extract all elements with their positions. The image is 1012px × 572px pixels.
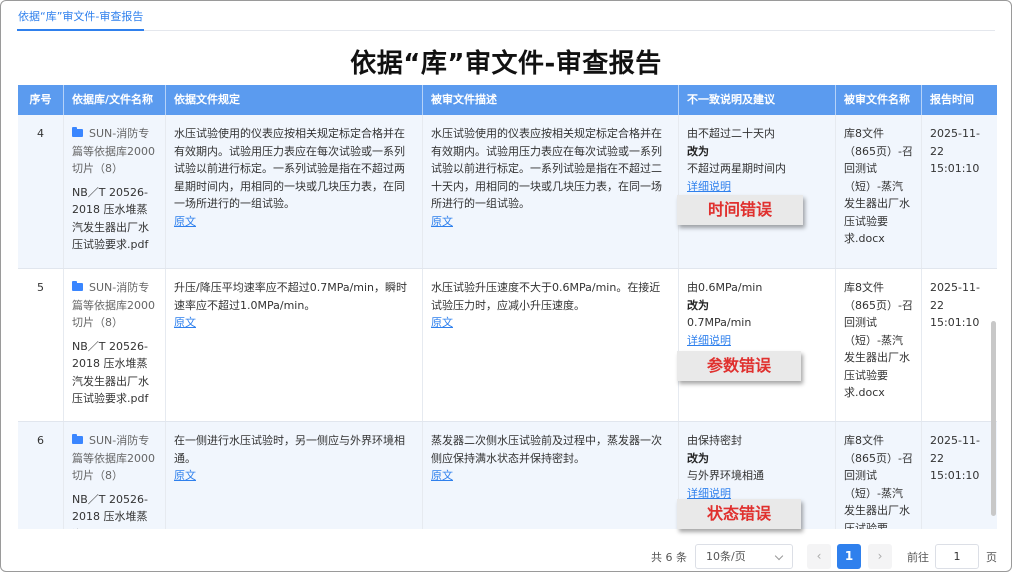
from-text: 由不超过二十天内 <box>687 127 775 140</box>
report-time: 2025-11-22 15:01:10 <box>930 127 980 175</box>
reviewed-desc-text: 水压试验使用的仪表应按相关规定标定合格并在有效期内。试验用压力表应在每次试验或一… <box>431 127 662 210</box>
reviewed-desc-text: 蒸发器二次侧水压试验前及过程中，蒸发器一次侧应保持满水状态并保持密封。 <box>431 434 662 465</box>
error-tag-parameter: 参数错误 <box>677 351 801 381</box>
reviewed-desc-cell: 蒸发器二次侧水压试验前及过程中，蒸发器一次侧应保持满水状态并保持密封。 原文 <box>423 422 679 529</box>
row-index: 4 <box>18 115 64 268</box>
next-page-button[interactable]: › <box>868 544 892 569</box>
library-name: SUN-消防专篇等依据库2000切片（8） <box>72 432 157 485</box>
basis-rule-text: 升压/降压平均速率应不超过0.7MPa/min，瞬时速率应不超过1.0MPa/m… <box>174 281 408 312</box>
basis-rule-cell: 在一侧进行水压试验时，另一侧应与外界环境相通。 原文 <box>166 422 423 529</box>
prev-page-button[interactable]: ‹ <box>807 544 831 569</box>
from-text: 由0.6MPa/min <box>687 281 763 294</box>
folder-icon <box>72 281 83 291</box>
change-label: 改为 <box>687 298 709 312</box>
basis-file-name: NB／T 20526-2018 压水堆蒸汽 <box>72 492 148 530</box>
column-header-library: 依据库/文件名称 <box>64 85 166 115</box>
column-header-reviewed-file: 被审文件名称 <box>836 85 922 115</box>
library-name: SUN-消防专篇等依据库2000切片（8） <box>72 279 157 332</box>
reviewed-desc-cell: 水压试验升压速度不大于0.6MPa/min。在接近试验压力时，应减小升压速度。 … <box>423 269 679 421</box>
from-text: 由保持密封 <box>687 434 742 447</box>
library-label: SUN-消防专篇等依据库2000切片（8） <box>72 434 155 482</box>
to-text: 不超过两星期时间内 <box>687 162 786 175</box>
basis-rule-cell: 水压试验使用的仪表应按相关规定标定合格并在有效期内。试验用压力表应在每次试验或一… <box>166 115 423 268</box>
reviewed-file-name: 库8文件（865页）-召回测试（短）-蒸汽发生器出厂水压试验要 <box>836 422 922 529</box>
change-label: 改为 <box>687 144 709 158</box>
library-label: SUN-消防专篇等依据库2000切片（8） <box>72 127 155 175</box>
column-header-reviewed-desc: 被审文件描述 <box>423 85 679 115</box>
library-cell: SUN-消防专篇等依据库2000切片（8） NB／T 20526-2018 压水… <box>64 115 166 268</box>
tab-review-report[interactable]: 依据“库”审文件-审查报告 <box>17 8 145 31</box>
vertical-scrollbar[interactable] <box>989 115 997 529</box>
chevron-down-icon <box>774 551 784 561</box>
reviewed-file-name: 库8文件（865页）-召回测试（短）-蒸汽发生器出厂水压试验要求.docx <box>836 115 922 268</box>
reviewed-original-link[interactable]: 原文 <box>431 314 670 332</box>
report-table: 序号 依据库/文件名称 依据文件规定 被审文件描述 不一致说明及建议 被审文件名… <box>18 85 997 529</box>
inconsistency-cell: 由不超过二十天内 改为 不超过两星期时间内 详细说明 <box>679 115 836 268</box>
library-cell: SUN-消防专篇等依据库2000切片（8） NB／T 20526-2018 压水… <box>64 269 166 421</box>
table-row: 6 SUN-消防专篇等依据库2000切片（8） NB／T 20526-2018 … <box>18 422 997 529</box>
report-time: 2025-11-22 15:01:10 <box>930 281 980 329</box>
basis-file-name: NB／T 20526-2018 压水堆蒸汽发生器出厂水压试验要求.pdf <box>72 185 149 252</box>
basis-rule-text: 水压试验使用的仪表应按相关规定标定合格并在有效期内。试验用压力表应在每次试验或一… <box>174 127 405 210</box>
table-row: 4 SUN-消防专篇等依据库2000切片（8） NB／T 20526-2018 … <box>18 115 997 269</box>
detail-link[interactable]: 详细说明 <box>687 178 827 196</box>
folder-icon <box>72 127 83 137</box>
to-text: 与外界环境相通 <box>687 469 764 482</box>
basis-rule-text: 在一侧进行水压试验时，另一侧应与外界环境相通。 <box>174 434 405 465</box>
column-header-basis-rule: 依据文件规定 <box>166 85 423 115</box>
error-tag-time: 时间错误 <box>677 195 803 225</box>
reviewed-original-link[interactable]: 原文 <box>431 213 670 231</box>
scrollbar-thumb[interactable] <box>991 321 996 516</box>
report-window: 依据“库”审文件-审查报告 依据“库”审文件-审查报告 序号 依据库/文件名称 … <box>0 0 1012 572</box>
basis-original-link[interactable]: 原文 <box>174 314 414 332</box>
basis-original-link[interactable]: 原文 <box>174 213 414 231</box>
change-label: 改为 <box>687 451 709 465</box>
library-label: SUN-消防专篇等依据库2000切片（8） <box>72 281 155 329</box>
library-cell: SUN-消防专篇等依据库2000切片（8） NB／T 20526-2018 压水… <box>64 422 166 529</box>
to-text: 0.7MPa/min <box>687 316 752 329</box>
basis-rule-cell: 升压/降压平均速率应不超过0.7MPa/min，瞬时速率应不超过1.0MPa/m… <box>166 269 423 421</box>
basis-file-name: NB／T 20526-2018 压水堆蒸汽发生器出厂水压试验要求.pdf <box>72 339 149 406</box>
detail-link[interactable]: 详细说明 <box>687 332 827 350</box>
library-name: SUN-消防专篇等依据库2000切片（8） <box>72 125 157 178</box>
pagination-total: 共 6 条 <box>651 551 687 564</box>
error-tag-state: 状态错误 <box>677 499 801 529</box>
page-title: 依据“库”审文件-审查报告 <box>350 49 662 79</box>
reviewed-desc-cell: 水压试验使用的仪表应按相关规定标定合格并在有效期内。试验用压力表应在每次试验或一… <box>423 115 679 268</box>
inconsistency-cell: 由0.6MPa/min 改为 0.7MPa/min 详细说明 <box>679 269 836 421</box>
row-index: 5 <box>18 269 64 421</box>
report-time: 2025-11-22 15:01:10 <box>930 434 980 482</box>
column-header-index: 序号 <box>18 85 64 115</box>
column-header-inconsistency: 不一致说明及建议 <box>679 85 836 115</box>
reviewed-file-name: 库8文件（865页）-召回测试（短）-蒸汽发生器出厂水压试验要求.docx <box>836 269 922 421</box>
page-unit-label: 页 <box>986 551 997 564</box>
reviewed-desc-text: 水压试验升压速度不大于0.6MPa/min。在接近试验压力时，应减小升压速度。 <box>431 281 661 312</box>
page-button-current[interactable]: 1 <box>837 544 861 569</box>
table-header: 序号 依据库/文件名称 依据文件规定 被审文件描述 不一致说明及建议 被审文件名… <box>18 85 997 115</box>
goto-page-input[interactable]: 1 <box>935 544 979 569</box>
folder-icon <box>72 434 83 444</box>
tab-bar: 依据“库”审文件-审查报告 <box>17 1 995 31</box>
table-row: 5 SUN-消防专篇等依据库2000切片（8） NB／T 20526-2018 … <box>18 269 997 422</box>
page-size-select[interactable]: 10条/页 <box>695 544 793 569</box>
basis-original-link[interactable]: 原文 <box>174 467 414 485</box>
reviewed-original-link[interactable]: 原文 <box>431 467 670 485</box>
goto-label: 前往 <box>907 551 929 564</box>
column-header-report-time: 报告时间 <box>930 93 974 106</box>
row-index: 6 <box>18 422 64 529</box>
page-size-value: 10条/页 <box>706 550 746 563</box>
